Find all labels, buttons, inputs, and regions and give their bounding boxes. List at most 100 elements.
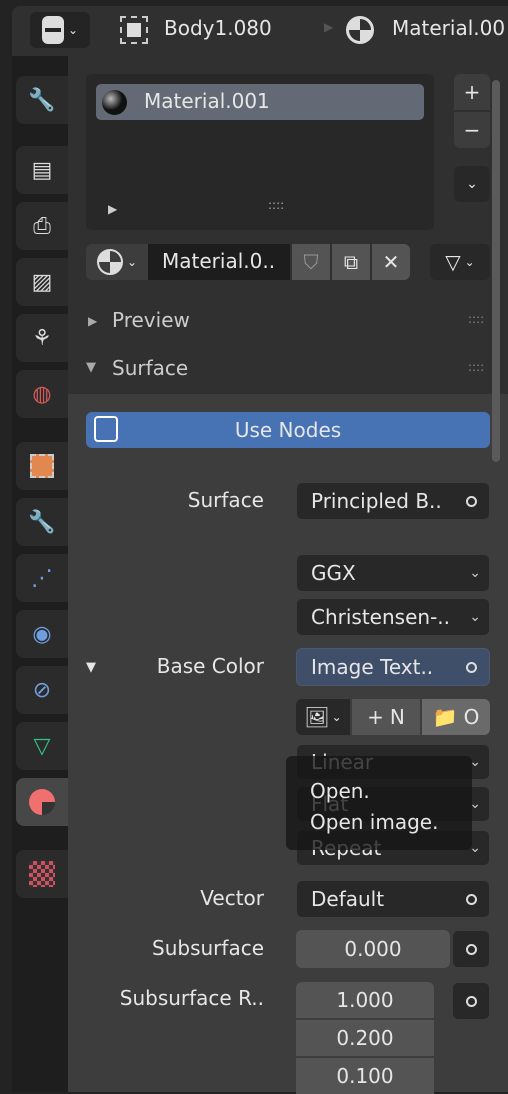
world-icon: ◍ <box>32 381 52 407</box>
base-color-expand-icon[interactable]: ▼ <box>86 660 96 675</box>
subsurface-socket-button[interactable] <box>452 930 490 968</box>
shield-icon: ⛉ <box>303 250 319 274</box>
chevron-down-icon: ⌄ <box>469 840 481 856</box>
tab-data[interactable]: ▽ <box>16 722 68 770</box>
tab-world[interactable]: ◍ <box>16 370 68 418</box>
duplicate-icon: ⧉ <box>343 250 359 274</box>
material-preview-icon <box>102 90 127 115</box>
surface-shader-field[interactable]: Principled B.. <box>296 482 490 520</box>
extension-dropdown[interactable]: Repeat ⌄ <box>296 830 490 866</box>
remove-slot-button[interactable]: − <box>454 112 490 148</box>
close-icon: ✕ <box>382 250 400 274</box>
header: ⌄ Body1.080 ▶ Material.00 <box>12 6 508 56</box>
material-icon <box>96 249 123 275</box>
fake-user-button[interactable]: ⛉ <box>292 244 330 280</box>
subsurface-field[interactable]: 0.000 <box>296 930 450 968</box>
new-image-button[interactable]: + N <box>352 699 420 735</box>
subsurface-radius-z[interactable]: 0.100 <box>296 1058 434 1094</box>
properties-icon <box>41 16 64 44</box>
projection-value: Flat <box>311 792 349 816</box>
subsurface-radius-x[interactable]: 1.000 <box>296 982 434 1018</box>
base-color-label: Base Color <box>156 654 264 678</box>
panel-title: Preview <box>112 308 190 332</box>
distribution-dropdown[interactable]: GGX ⌄ <box>296 554 490 592</box>
tab-object[interactable] <box>16 442 68 490</box>
scrollbar[interactable] <box>492 80 500 462</box>
tab-modifiers[interactable]: 🔧 <box>16 498 68 546</box>
slot-link-button[interactable]: ▽ ⌄ <box>430 244 490 280</box>
panel-preview-header[interactable]: ▶ Preview :::: <box>68 302 508 342</box>
duplicate-material-button[interactable]: ⧉ <box>332 244 370 280</box>
subsurface-radius-socket-button[interactable] <box>452 982 490 1020</box>
socket-icon <box>466 495 477 507</box>
drag-handle-icon[interactable]: :::: <box>468 312 484 326</box>
render-icon: ▤ <box>31 157 53 183</box>
properties-tabs: 🔧 ▤ ⎙ ▨ ⚘ ◍ 🔧 ⋰ ◉ ⊘ ▽ <box>12 56 68 1092</box>
breadcrumb-separator-icon: ▶ <box>324 20 334 34</box>
scene-icon: ⚘ <box>32 325 52 351</box>
tool-icon: 🔧 <box>28 87 56 113</box>
subsurface-method-value: Christensen-.. <box>311 605 450 629</box>
minus-icon: − <box>463 118 481 142</box>
modifier-icon: 🔧 <box>28 509 56 535</box>
tab-physics[interactable]: ◉ <box>16 610 68 658</box>
editor-type-button[interactable]: ⌄ <box>30 12 90 48</box>
tab-constraints[interactable]: ⊘ <box>16 666 68 714</box>
output-icon: ⎙ <box>33 213 51 239</box>
subsurface-radius-label: Subsurface R.. <box>119 986 264 1010</box>
slot-specials-button[interactable]: ⌄ <box>454 166 490 202</box>
tab-material[interactable] <box>16 778 68 826</box>
vector-field[interactable]: Default <box>296 880 490 918</box>
tab-texture[interactable] <box>16 850 68 898</box>
plus-icon: + <box>367 705 384 729</box>
particles-icon: ⋰ <box>31 565 53 591</box>
object-icon <box>30 454 54 478</box>
distribution-value: GGX <box>311 561 356 585</box>
projection-dropdown[interactable]: Flat ⌄ <box>296 786 490 822</box>
radius-y-value: 0.200 <box>336 1026 394 1050</box>
surface-label: Surface <box>187 488 264 512</box>
expand-icon[interactable]: ▶ <box>108 202 117 216</box>
open-image-button[interactable]: 📁 O <box>422 699 490 735</box>
node-tree-icon <box>94 416 118 442</box>
folder-icon: 📁 <box>432 705 458 729</box>
unlink-material-button[interactable]: ✕ <box>372 244 410 280</box>
expanded-arrow-icon: ▼ <box>86 360 96 375</box>
texture-icon <box>29 861 55 887</box>
surface-shader-value: Principled B.. <box>311 489 442 513</box>
data-icon: ▽ <box>33 733 51 759</box>
resize-handle-icon[interactable]: :::: <box>268 198 284 212</box>
material-name-field[interactable]: Material.0.. <box>148 244 290 280</box>
tab-output[interactable]: ⎙ <box>16 202 68 250</box>
subsurface-method-dropdown[interactable]: Christensen-.. ⌄ <box>296 598 490 636</box>
base-color-field[interactable]: Image Text.. <box>296 648 490 686</box>
subsurface-radius-y[interactable]: 0.200 <box>296 1020 434 1056</box>
use-nodes-label: Use Nodes <box>234 418 342 442</box>
subsurface-value: 0.000 <box>344 937 402 961</box>
view-layer-icon: ▨ <box>31 269 53 295</box>
panel-title: Surface <box>112 356 189 380</box>
add-slot-button[interactable]: + <box>454 74 490 110</box>
image-icon: 🖼 <box>304 705 330 729</box>
panel-surface-header[interactable]: ▼ Surface :::: <box>68 350 508 392</box>
material-name: Material.0.. <box>162 249 276 273</box>
tab-particles[interactable]: ⋰ <box>16 554 68 602</box>
tab-scene[interactable]: ⚘ <box>16 314 68 362</box>
material-icon <box>346 16 374 44</box>
socket-icon <box>466 661 477 673</box>
use-nodes-button[interactable]: Use Nodes <box>86 412 490 448</box>
interpolation-dropdown[interactable]: Linear ⌄ <box>296 744 490 780</box>
browse-image-button[interactable]: 🖼 ⌄ <box>296 699 350 735</box>
object-name: Body1.080 <box>164 16 272 40</box>
base-color-value: Image Text.. <box>311 655 434 679</box>
tab-view-layer[interactable]: ▨ <box>16 258 68 306</box>
slot-name: Material.001 <box>144 89 270 113</box>
tab-tool[interactable]: 🔧 <box>16 76 68 124</box>
browse-material-button[interactable]: ⌄ <box>86 244 148 280</box>
drag-handle-icon[interactable]: :::: <box>468 360 484 374</box>
chevron-down-icon: ⌄ <box>466 176 478 192</box>
material-slot-list: Material.001 ▶ :::: <box>86 74 434 230</box>
properties-main: Material.001 ▶ :::: + − ⌄ ⌄ Material.0..… <box>68 56 508 1094</box>
list-item[interactable]: Material.001 <box>96 84 424 120</box>
tab-render[interactable]: ▤ <box>16 146 68 194</box>
